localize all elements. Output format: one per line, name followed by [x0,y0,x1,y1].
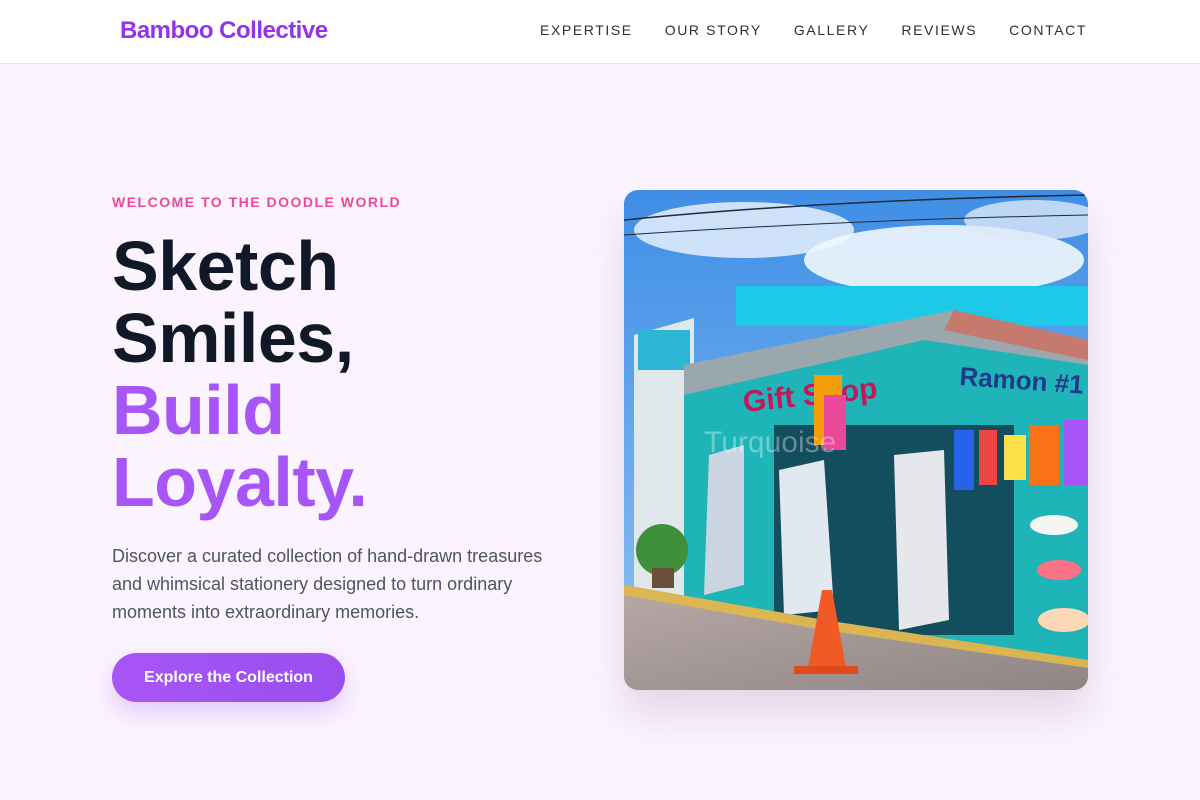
headline-line-4: Loyalty. [112,443,368,521]
headline-line-3: Build [112,371,285,449]
hero-headline: Sketch Smiles, Build Loyalty. [112,227,368,521]
headline-line-1: Sketch [112,227,339,305]
hero-shop-photo: Gift Shop Ramon #1 Turquoise [624,190,1088,690]
nav-item-contact[interactable]: CONTACT [1009,22,1087,38]
hero-eyebrow: WELCOME TO THE DOODLE WORLD [112,194,402,210]
nav-links: EXPERTISE OUR STORY GALLERY REVIEWS CONT… [540,22,1087,38]
nav-item-reviews[interactable]: REVIEWS [901,22,977,38]
top-navbar: Bamboo Collective EXPERTISE OUR STORY GA… [0,0,1200,64]
nav-item-expertise[interactable]: EXPERTISE [540,22,633,38]
nav-item-our-story[interactable]: OUR STORY [665,22,762,38]
explore-collection-button[interactable]: Explore the Collection [112,653,345,702]
nav-item-gallery[interactable]: GALLERY [794,22,870,38]
photo-watermark: Turquoise [704,426,836,459]
headline-line-2: Smiles, [112,299,354,377]
hero-description: Discover a curated collection of hand-dr… [112,546,543,622]
storefront-illustration: Gift Shop Ramon #1 Turquoise [624,190,1088,690]
brand-logo[interactable]: Bamboo Collective [120,17,328,45]
